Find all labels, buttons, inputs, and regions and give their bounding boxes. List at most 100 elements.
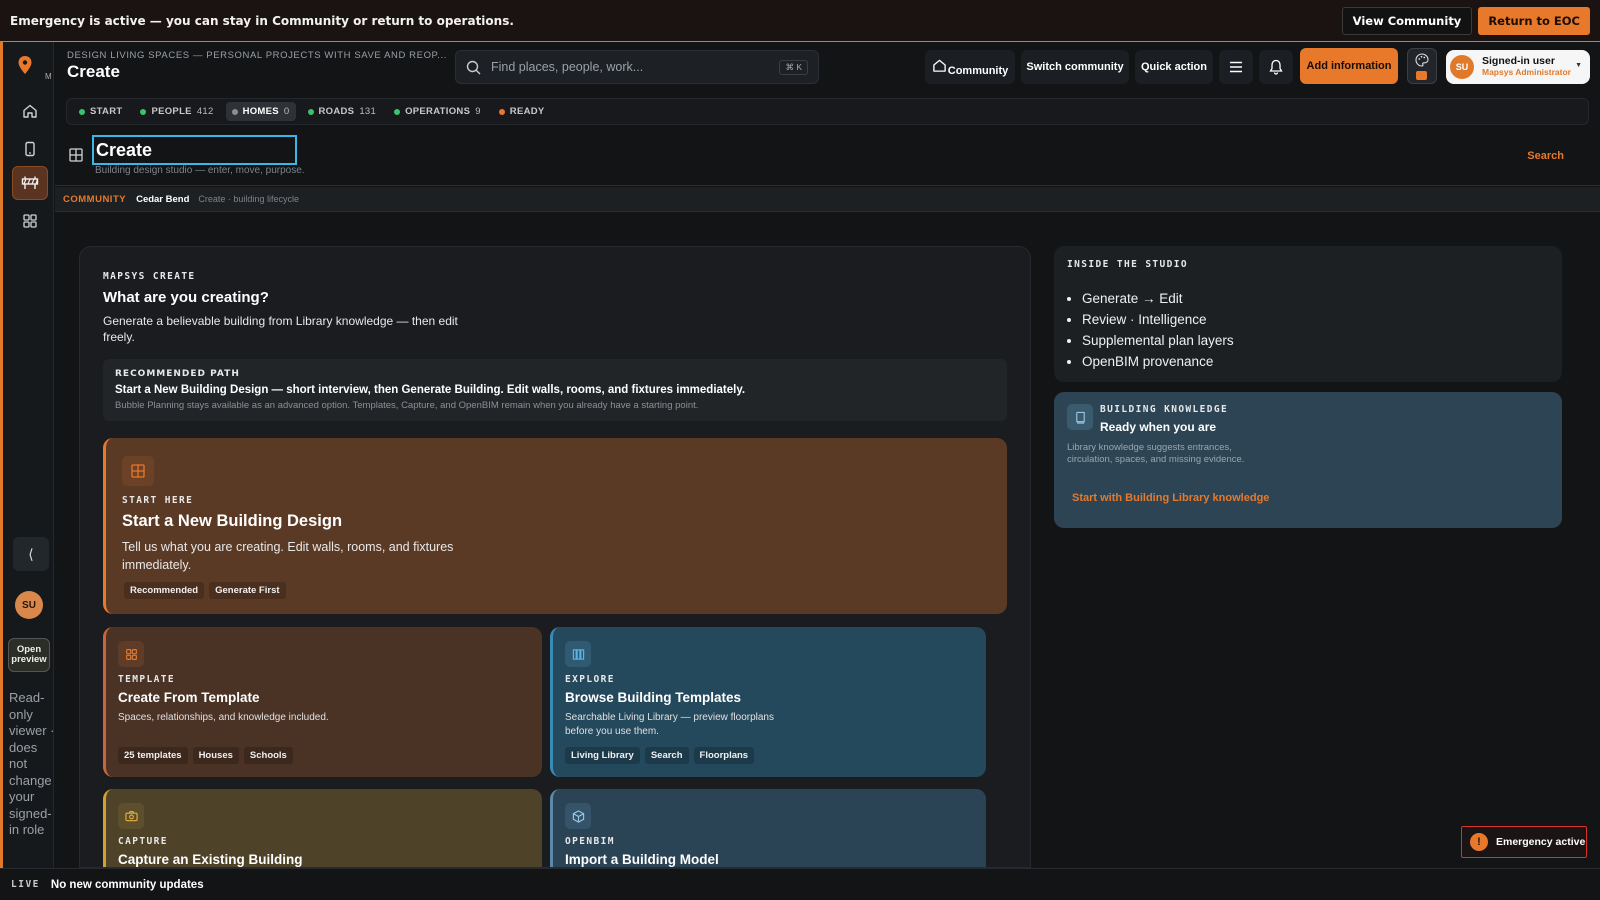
inside-studio-panel: INSIDE THE STUDIO Generate → Edit Review… <box>1054 246 1562 382</box>
card-title: Capture an Existing Building <box>118 852 303 867</box>
project-title-input[interactable] <box>92 135 297 165</box>
return-to-eoc-button[interactable]: Return to EOC <box>1478 6 1590 35</box>
card-title: Start a New Building Design <box>122 512 343 530</box>
emergency-banner: Emergency is active — you can stay in Co… <box>0 0 1600 42</box>
tag: Generate First <box>209 582 286 599</box>
community-button[interactable]: Community <box>925 50 1015 84</box>
browse-templates-card[interactable]: EXPLORE Browse Building Templates Search… <box>550 627 986 777</box>
theme-swatch <box>1416 71 1427 80</box>
rail-home-button[interactable] <box>12 94 48 128</box>
layout-icon <box>122 456 154 486</box>
breadcrumb-community-name[interactable]: Cedar Bend <box>136 194 189 205</box>
status-chip-operations[interactable]: OPERATIONS 9 <box>388 102 487 121</box>
start-with-library-link[interactable]: Start with Building Library knowledge <box>1072 492 1269 504</box>
rail-mini-label: M <box>45 72 52 81</box>
create-panel: MAPSYS CREATE What are you creating? Gen… <box>79 246 1031 868</box>
status-chip-ready[interactable]: READY <box>493 102 551 121</box>
user-name: Signed-in user <box>1482 55 1555 67</box>
avatar: SU <box>1450 55 1474 79</box>
readonly-note: Read-only viewer · does not change your … <box>9 690 55 837</box>
card-tags: 25 templates Houses Schools <box>118 747 298 764</box>
breadcrumb-community[interactable]: COMMUNITY <box>63 194 126 205</box>
status-chip-roads[interactable]: ROADS 131 <box>302 102 383 121</box>
cube-icon <box>565 803 591 829</box>
status-label: READY <box>509 106 545 117</box>
palette-icon <box>1415 53 1429 67</box>
card-title: Import a Building Model <box>565 852 719 867</box>
theme-palette-button[interactable] <box>1407 48 1437 84</box>
search-placeholder: Find places, people, work... <box>491 60 644 74</box>
panel-eyebrow: BUILDING KNOWLEDGE <box>1100 404 1229 415</box>
status-label: START <box>90 106 123 117</box>
status-strip: START PEOPLE 412 HOMES 0 ROADS 131 OPERATIONS 9 R… <box>66 98 1589 125</box>
status-label: PEOPLE <box>151 106 192 117</box>
home-icon <box>23 104 37 118</box>
collapse-rail-button[interactable]: ⟨ <box>13 537 49 571</box>
status-count: 0 <box>283 106 290 117</box>
card-eyebrow: CAPTURE <box>118 836 168 847</box>
rail-device-button[interactable] <box>12 132 48 166</box>
feature-list: Generate → Edit Review · Intelligence Su… <box>1082 288 1234 372</box>
section-eyebrow: MAPSYS CREATE <box>103 271 196 282</box>
recommended-path: RECOMMENDED PATH Start a New Building De… <box>103 359 1007 421</box>
menu-button[interactable] <box>1219 50 1253 84</box>
chevron-down-icon: ▼ <box>1575 62 1582 69</box>
emergency-message: Emergency is active — you can stay in Co… <box>10 13 514 28</box>
breadcrumb-lifecycle: Create · building lifecycle <box>198 194 299 204</box>
switch-community-button[interactable]: Switch community <box>1021 50 1129 84</box>
import-model-card[interactable]: OPENBIM Import a Building Model <box>550 789 986 867</box>
status-dot-icon <box>307 108 314 115</box>
grid-icon <box>23 214 37 228</box>
home-icon <box>932 59 946 72</box>
live-updates-bar: LIVE No new community updates <box>0 868 1600 900</box>
status-chip-people[interactable]: PEOPLE 412 <box>134 102 219 121</box>
recommended-text: Start a New Building Design — short inte… <box>115 384 746 396</box>
capture-building-card[interactable]: CAPTURE Capture an Existing Building <box>103 789 542 867</box>
view-community-button[interactable]: View Community <box>1341 6 1473 35</box>
tag: Schools <box>243 747 293 764</box>
panel-eyebrow: INSIDE THE STUDIO <box>1067 259 1189 270</box>
global-search-input[interactable]: Find places, people, work... ⌘ K <box>455 50 819 84</box>
top-header: DESIGN LIVING SPACES — PERSONAL PROJECTS… <box>55 42 1600 92</box>
status-count: 9 <box>475 106 481 117</box>
status-dot-icon <box>394 108 401 115</box>
start-new-design-card[interactable]: START HERE Start a New Building Design T… <box>103 438 1007 614</box>
rail-build-button[interactable] <box>12 166 48 200</box>
card-eyebrow: TEMPLATE <box>118 674 175 685</box>
add-information-button[interactable]: Add information <box>1300 48 1398 84</box>
breadcrumb: COMMUNITY Cedar Bend Create · building l… <box>55 187 1600 212</box>
tag: Floorplans <box>693 747 755 764</box>
camera-icon <box>118 803 144 829</box>
rail-apps-button[interactable] <box>12 204 48 238</box>
status-label: OPERATIONS <box>405 106 471 117</box>
status-label: ROADS <box>318 106 355 117</box>
status-dot-icon <box>79 108 85 115</box>
emergency-active-chip[interactable]: ! Emergency active <box>1461 826 1587 858</box>
status-dot-icon <box>140 108 147 115</box>
panel-description: Library knowledge suggests entrances, ci… <box>1067 442 1245 465</box>
card-description: Tell us what you are creating. Edit wall… <box>122 540 454 572</box>
status-count: 131 <box>359 106 377 117</box>
user-menu[interactable]: SU Signed-in user Mapsys Administrator ▼ <box>1446 50 1590 84</box>
quick-action-button[interactable]: Quick action <box>1135 50 1213 84</box>
map-pin-icon[interactable] <box>17 56 33 74</box>
tag: 25 templates <box>118 747 188 764</box>
card-description: Searchable Living Library — preview floo… <box>565 712 774 737</box>
card-tags: Recommended Generate First <box>124 582 291 599</box>
list-item: OpenBIM provenance <box>1082 351 1234 372</box>
create-from-template-card[interactable]: TEMPLATE Create From Template Spaces, re… <box>103 627 542 777</box>
page-subtitle: Building design studio — enter, move, pu… <box>95 165 305 176</box>
recommended-eyebrow: RECOMMENDED PATH <box>115 369 240 379</box>
open-preview-button[interactable]: Open preview <box>8 638 50 672</box>
live-updates-text: No new community updates <box>50 878 204 891</box>
status-chip-homes[interactable]: HOMES 0 <box>225 102 296 121</box>
tablet-icon <box>25 141 35 157</box>
notifications-button[interactable] <box>1259 50 1293 84</box>
avatar[interactable]: SU <box>15 591 43 619</box>
search-shortcut: ⌘ K <box>779 59 808 75</box>
card-title: Browse Building Templates <box>565 690 742 705</box>
search-link[interactable]: Search <box>1527 150 1564 162</box>
status-chip-start[interactable]: START <box>73 102 128 121</box>
card-description: Spaces, relationships, and knowledge inc… <box>118 712 329 723</box>
community-label: Community <box>947 65 1009 77</box>
